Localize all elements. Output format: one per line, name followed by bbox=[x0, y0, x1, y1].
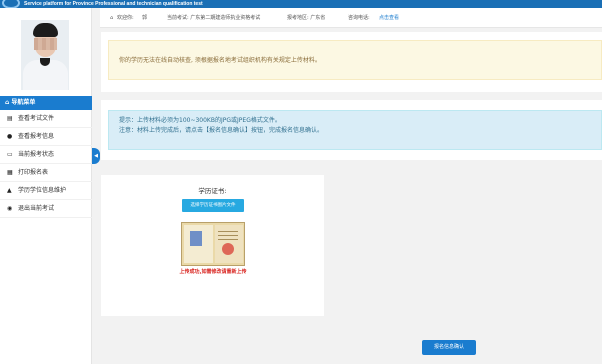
sidebar-item-label: 打印报名表 bbox=[18, 169, 49, 176]
certificate-upload-panel: 学历证书: 选择学历证书图片文件 上传成功,如需修改请重新上传 bbox=[101, 175, 324, 316]
certificate-photo bbox=[190, 231, 202, 246]
phone-label: 咨询电话: bbox=[348, 15, 370, 21]
phone-link[interactable]: 点击查看 bbox=[379, 8, 399, 28]
user-info-bar: ⌂ 欢迎你: 郭 当前考试: 广东第二期建造师执业资格考试 报考地区: 广东省 … bbox=[100, 8, 602, 28]
file-icon: ▤ bbox=[7, 115, 13, 122]
certificate-thumbnail[interactable] bbox=[181, 222, 245, 266]
monitor-icon: ▭ bbox=[7, 151, 13, 158]
sidebar-item-label: 查看报考信息 bbox=[18, 133, 55, 140]
confirm-registration-button[interactable]: 报名信息确认 bbox=[422, 340, 476, 355]
sidebar-item-print[interactable]: ▦ 打印报名表 bbox=[0, 164, 92, 182]
sidebar-collapse-button[interactable]: ◀ bbox=[92, 148, 100, 164]
logout-icon: ◉ bbox=[7, 205, 13, 212]
welcome-label: 欢迎你: bbox=[117, 15, 134, 21]
nav-header: ⌂ 导航菜单 bbox=[0, 96, 92, 110]
info-icon: ● bbox=[7, 133, 13, 140]
sidebar-item-logout[interactable]: ◉ 退出当前考试 bbox=[0, 200, 92, 218]
choose-file-button[interactable]: 选择学历证书图片文件 bbox=[182, 199, 244, 212]
user-name: 郭 bbox=[142, 15, 148, 21]
sidebar-item-label: 退出当前考试 bbox=[18, 205, 55, 212]
certificate-title: 学历证书: bbox=[198, 187, 227, 195]
brand-subtitle: Service platform for Province Profession… bbox=[24, 1, 203, 7]
nav-header-label: 导航菜单 bbox=[11, 99, 36, 106]
sidebar-item-status[interactable]: ▭ 当前报考状态 bbox=[0, 146, 92, 164]
tips-alert: 提示：上传材料必须为100~300KB的JPG或JPEG格式文件。 注意：材料上… bbox=[108, 110, 602, 150]
current-exam: 当前考试: 广东第二期建造师执业资格考试 bbox=[167, 15, 261, 21]
print-icon: ▦ bbox=[7, 169, 13, 176]
tip-line: 提示：上传材料必须为100~300KB的JPG或JPEG格式文件。 bbox=[119, 117, 281, 124]
sidebar-item-exam-files[interactable]: ▤ 查看考试文件 bbox=[0, 110, 92, 128]
upload-status: 上传成功,如需修改请重新上传 bbox=[179, 269, 247, 275]
sidebar-item-exam-info[interactable]: ● 查看报考信息 bbox=[0, 128, 92, 146]
sidebar-item-education[interactable]: ▲ 学历学位信息维护 bbox=[0, 182, 92, 200]
sidebar: ⌂ 导航菜单 ▤ 查看考试文件 ● 查看报考信息 ▭ 当前报考状态 ▦ 打印报名表 ▲ 学… bbox=[0, 8, 92, 364]
warning-alert: 你的学历无法在线自动核查, 须根据报名地考试组织机构有关规定上传材料。 bbox=[108, 40, 602, 80]
notice-line: 注意：材料上传完成后，请点击【报名信息确认】按钮，完成报名信息确认。 bbox=[119, 127, 324, 134]
sidebar-item-label: 学历学位信息维护 bbox=[18, 187, 67, 194]
exam-region: 报考地区: 广东省 bbox=[287, 15, 326, 21]
sidebar-item-label: 查看考试文件 bbox=[18, 115, 55, 122]
top-banner: Service platform for Province Profession… bbox=[0, 0, 602, 9]
sidebar-item-label: 当前报考状态 bbox=[18, 151, 55, 158]
profile-area bbox=[0, 8, 92, 94]
avatar bbox=[21, 20, 69, 90]
home-icon: ⌂ bbox=[110, 15, 114, 21]
seal-icon bbox=[222, 243, 234, 255]
graduation-cap-icon: ▲ bbox=[7, 187, 12, 194]
